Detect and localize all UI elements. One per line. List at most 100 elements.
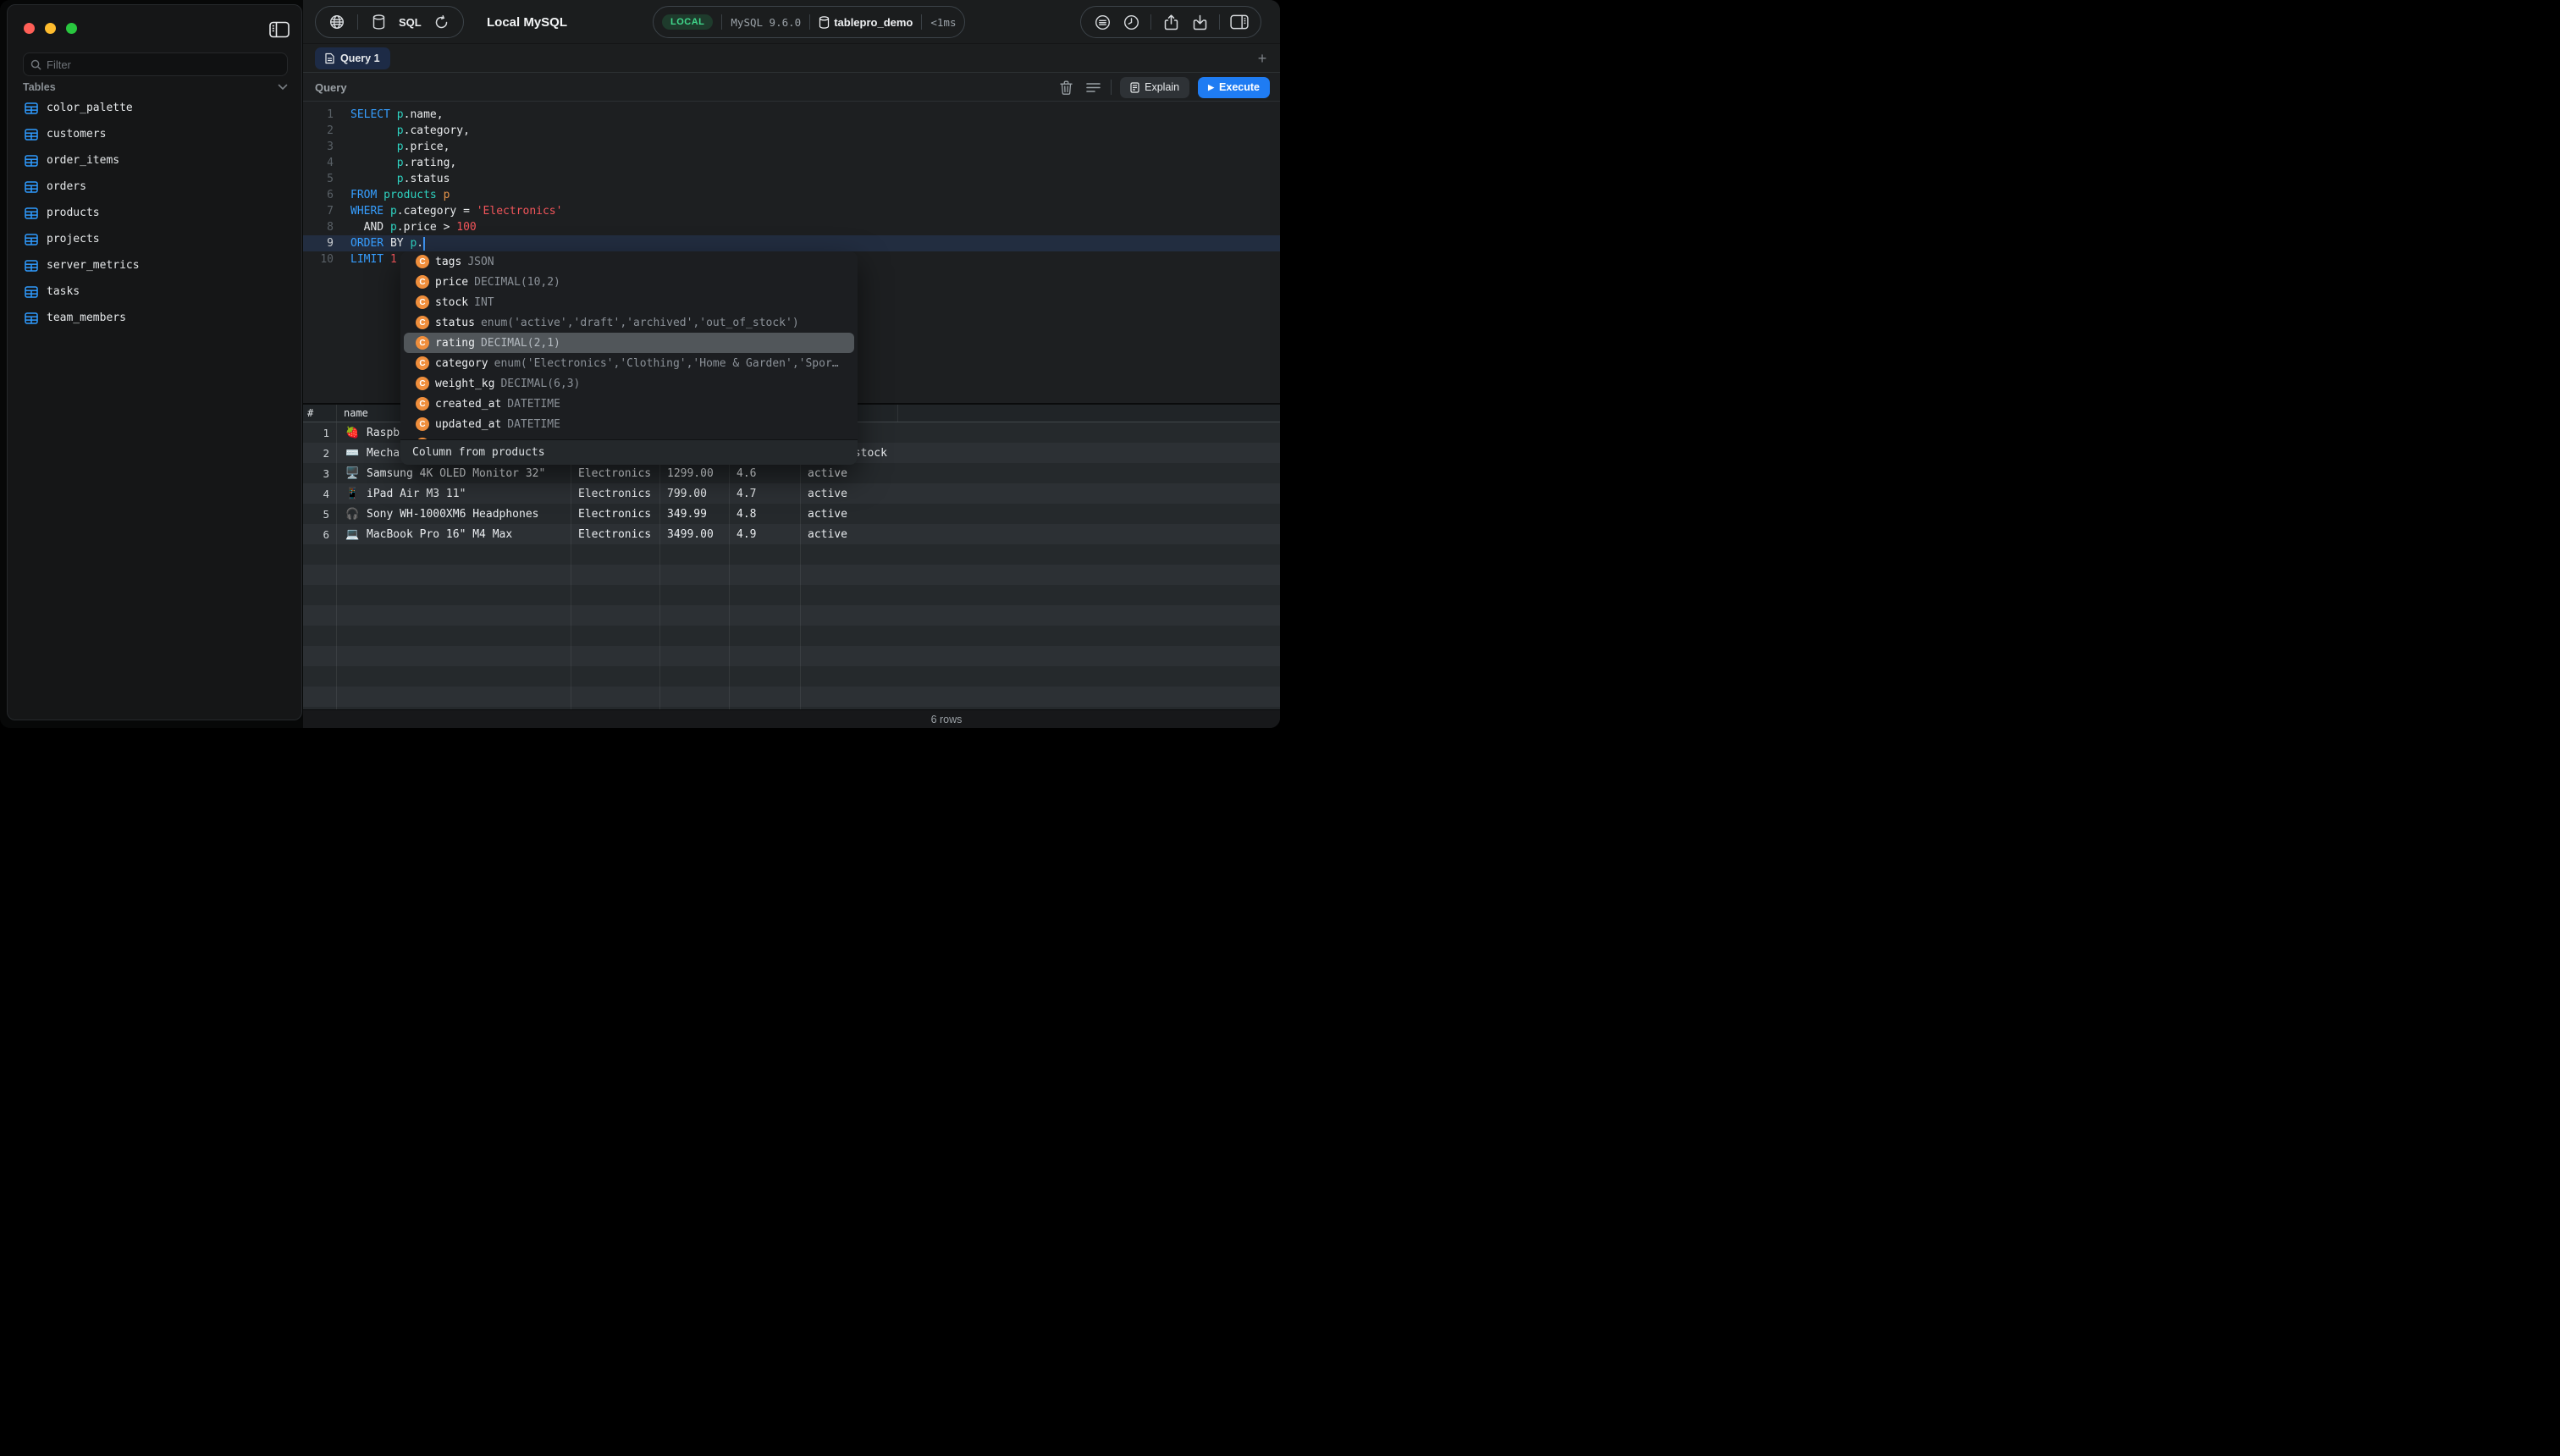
sidebar-item-projects[interactable]: projects <box>16 226 295 252</box>
code-line-6[interactable]: 6FROM products p <box>303 187 1280 203</box>
execute-button[interactable]: ▶ Execute <box>1198 77 1270 98</box>
code-line-9[interactable]: 9ORDER BY p. <box>303 235 1280 251</box>
autocomplete-item-updated_at[interactable]: Cupdated_atDATETIME <box>404 414 854 434</box>
sidebar-item-team_members[interactable]: team_members <box>16 305 295 331</box>
column-header-row-number[interactable]: # <box>303 405 337 422</box>
explain-button[interactable]: Explain <box>1120 77 1189 98</box>
token: .price > <box>397 221 456 234</box>
cell-filler <box>898 687 1280 707</box>
table-row-6[interactable]: 6💻MacBook Pro 16" M4 MaxElectronics3499.… <box>303 524 1280 544</box>
column-badge-icon: C <box>416 397 429 411</box>
plus-icon: + <box>1258 50 1267 67</box>
globe-button[interactable] <box>328 13 346 31</box>
cell-rating <box>730 585 801 605</box>
explain-doc-icon <box>1130 82 1139 93</box>
tab-query-1[interactable]: Query 1 <box>315 47 390 69</box>
code-line-4[interactable]: 4 p.rating, <box>303 155 1280 171</box>
line-number: 7 <box>303 203 340 219</box>
sidebar-toggle-button[interactable] <box>269 20 291 39</box>
code-line-2[interactable]: 2 p.category, <box>303 123 1280 139</box>
cell-row-number <box>303 565 337 585</box>
table-row-3[interactable]: 3🖥️Samsung 4K OLED Monitor 32"Electronic… <box>303 463 1280 483</box>
token <box>350 157 397 169</box>
token <box>383 205 390 218</box>
sidebar-item-order_items[interactable]: order_items <box>16 147 295 174</box>
table-name: products <box>47 207 100 219</box>
line-number: 8 <box>303 219 340 235</box>
table-row-4[interactable]: 4📱iPad Air M3 11"Electronics799.004.7act… <box>303 483 1280 504</box>
new-tab-button[interactable]: + <box>1251 47 1273 69</box>
cell-price <box>660 605 730 626</box>
column-type: DECIMAL(2,1) <box>481 337 560 350</box>
minimize-window-button[interactable] <box>45 23 56 34</box>
autocomplete-item-price[interactable]: CpriceDECIMAL(10,2) <box>404 272 854 292</box>
filter-input[interactable] <box>47 58 280 71</box>
code-line-8[interactable]: 8 AND p.price > 100 <box>303 219 1280 235</box>
cell-row-number: 5 <box>303 504 337 524</box>
table-icon <box>25 181 38 193</box>
sidebar-item-customers[interactable]: customers <box>16 121 295 147</box>
autocomplete-item-created_at[interactable]: Ccreated_atDATETIME <box>404 394 854 414</box>
code-line-5[interactable]: 5 p.status <box>303 171 1280 187</box>
cell-price: 349.99 <box>660 504 730 524</box>
column-badge-icon: C <box>416 255 429 268</box>
autocomplete-item-category[interactable]: Ccategoryenum('Electronics','Clothing','… <box>404 353 854 373</box>
code-line-7[interactable]: 7WHERE p.category = 'Electronics' <box>303 203 1280 219</box>
column-name: stock <box>435 296 468 309</box>
results-rows: 1🍓Raspb2⌨️Mechanical Keyboard Cherry MXE… <box>303 422 1280 709</box>
token: .name, <box>404 108 444 121</box>
sidebar-item-color_palette[interactable]: color_palette <box>16 95 295 121</box>
panel-left-icon <box>269 21 291 38</box>
execute-label: Execute <box>1219 81 1260 93</box>
token: .status <box>404 173 450 185</box>
tables-section-header[interactable]: Tables <box>23 81 288 93</box>
token: ORDER <box>350 237 383 250</box>
token <box>350 141 397 153</box>
cell-name: 🖥️Samsung 4K OLED Monitor 32" <box>337 463 571 483</box>
column-badge-icon: C <box>416 275 429 289</box>
right-panel-toggle-button[interactable] <box>1230 13 1249 31</box>
autocomplete-item-status[interactable]: Cstatusenum('active','draft','archived',… <box>404 312 854 333</box>
cell-row-number <box>303 646 337 666</box>
server-version: MySQL 9.6.0 <box>731 16 801 29</box>
token <box>437 189 444 201</box>
code-text: p.rating, <box>350 155 456 171</box>
sidebar-item-server_metrics[interactable]: server_metrics <box>16 252 295 279</box>
code-line-3[interactable]: 3 p.price, <box>303 139 1280 155</box>
table-icon <box>25 129 38 141</box>
close-window-button[interactable] <box>24 23 35 34</box>
export-button[interactable] <box>1161 13 1180 31</box>
autocomplete-item-tags[interactable]: CtagsJSON <box>404 251 854 272</box>
refresh-button[interactable] <box>433 13 451 31</box>
cell-category <box>571 626 660 646</box>
table-row-empty <box>303 626 1280 646</box>
import-button[interactable] <box>1190 13 1209 31</box>
code-line-1[interactable]: 1SELECT p.name, <box>303 107 1280 123</box>
token: .category, <box>404 124 470 137</box>
autocomplete-item-weight_kg[interactable]: Cweight_kgDECIMAL(6,3) <box>404 373 854 394</box>
database-view-button[interactable] <box>369 13 388 31</box>
sidebar-item-products[interactable]: products <box>16 200 295 226</box>
sql-view-button[interactable]: SQL <box>399 13 422 31</box>
cell-filler <box>898 666 1280 687</box>
database-selector[interactable]: tablepro_demo <box>819 16 913 29</box>
history-button[interactable] <box>1122 13 1140 31</box>
autocomplete-item-stock[interactable]: CstockINT <box>404 292 854 312</box>
sql-view-label: SQL <box>399 16 422 29</box>
table-icon <box>25 155 38 167</box>
token: SELECT <box>350 108 390 121</box>
autocomplete-item-rating[interactable]: CratingDECIMAL(2,1) <box>404 333 854 353</box>
filter-results-button[interactable] <box>1093 13 1112 31</box>
query-panel-header: Query <box>303 73 1280 102</box>
sidebar-item-orders[interactable]: orders <box>16 174 295 200</box>
table-name: projects <box>47 233 100 245</box>
code-text: ORDER BY p. <box>350 235 423 251</box>
refresh-icon <box>434 15 449 30</box>
clear-query-button[interactable] <box>1057 78 1075 97</box>
table-row-5[interactable]: 5🎧Sony WH-1000XM6 HeadphonesElectronics3… <box>303 504 1280 524</box>
sidebar-item-tasks[interactable]: tasks <box>16 279 295 305</box>
table-icon <box>25 234 38 245</box>
zoom-window-button[interactable] <box>66 23 77 34</box>
product-name: Sony WH-1000XM6 Headphones <box>367 508 539 521</box>
format-query-button[interactable] <box>1084 78 1102 97</box>
